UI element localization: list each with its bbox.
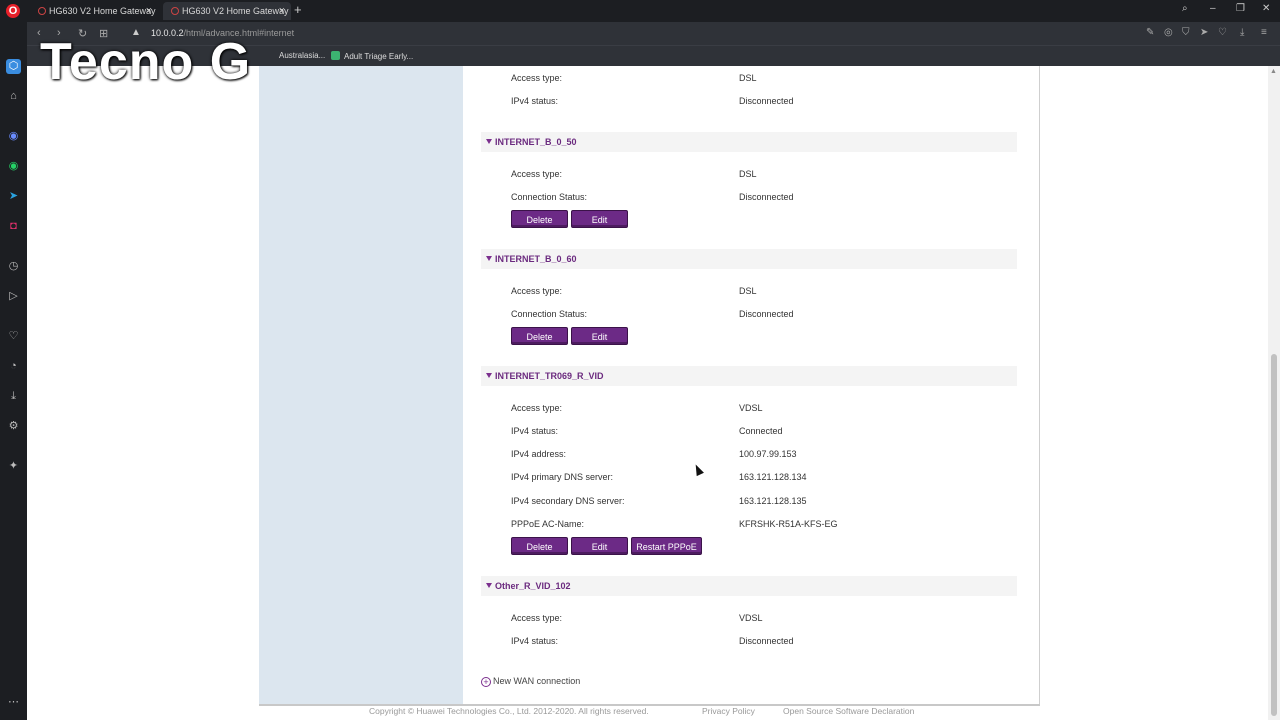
row-value: Disconnected (739, 309, 794, 319)
row-label: IPv4 primary DNS server: (511, 472, 614, 482)
tab-title: HG630 V2 Home Gateway (182, 6, 289, 16)
more-icon[interactable]: ⋯ (6, 695, 21, 710)
collapse-triangle-icon (486, 583, 492, 588)
huawei-favicon-icon (171, 7, 179, 15)
bookmark-item[interactable]: Australasia... (279, 51, 325, 60)
restore-icon[interactable]: ❐ (1236, 3, 1245, 14)
row-value: Connected (739, 426, 783, 436)
bookmarks-heart-icon[interactable]: ♡ (6, 329, 21, 344)
collapse-triangle-icon (486, 373, 492, 378)
row-label: Access type: (511, 613, 563, 623)
search-tabs-icon[interactable]: ⌕ (1182, 3, 1188, 14)
row-value: 163.121.128.134 (739, 472, 807, 482)
channel-watermark: Tecno G (40, 33, 252, 91)
row-label: Access type: (511, 286, 563, 296)
close-window-icon[interactable]: ✕ (1262, 3, 1270, 14)
row-value: DSL (739, 73, 757, 83)
row-label: IPv4 status: (511, 96, 559, 106)
row-value: DSL (739, 286, 757, 296)
download-icon[interactable]: ⤓ (1240, 27, 1244, 38)
close-tab-icon[interactable]: × (146, 2, 152, 20)
edit-button[interactable]: Edit (571, 327, 628, 345)
bookmark-item[interactable]: Adult Triage Early... (331, 51, 413, 61)
open-source-declaration-link[interactable]: Open Source Software Declaration (783, 706, 914, 716)
row-label: IPv4 address: (511, 449, 567, 459)
tab-title: HG630 V2 Home Gateway (49, 6, 156, 16)
row-label: Connection Status: (511, 192, 588, 202)
telegram-icon[interactable]: ➤ (6, 189, 21, 204)
messenger-icon[interactable]: ◉ (6, 129, 21, 144)
whatsapp-icon[interactable]: ◉ (6, 159, 21, 174)
section-header-internet-tr069-r-vid[interactable]: INTERNET_TR069_R_VID (481, 366, 1017, 386)
workspace-icon[interactable]: ⬡ (6, 59, 21, 74)
collapse-triangle-icon (486, 139, 492, 144)
scroll-thumb[interactable] (1271, 354, 1277, 716)
instagram-icon[interactable]: ◘ (6, 219, 21, 234)
row-label: Access type: (511, 73, 563, 83)
new-tab-icon[interactable]: + (294, 2, 302, 18)
row-value: 163.121.128.135 (739, 496, 807, 506)
player-icon[interactable]: ◷ (6, 259, 21, 274)
row-label: PPPoE AC-Name: (511, 519, 585, 529)
privacy-policy-link[interactable]: Privacy Policy (702, 706, 755, 716)
bookmark-icon (331, 51, 340, 60)
section-header-other-r-vid-102[interactable]: Other_R_VID_102 (481, 576, 1017, 596)
plus-circle-icon: + (481, 677, 491, 687)
row-label: Access type: (511, 403, 563, 413)
browser-tab-bar: O HG630 V2 Home Gateway × HG630 V2 Home … (0, 0, 1280, 22)
row-value: Disconnected (739, 192, 794, 202)
flow-icon[interactable]: ▷ (6, 289, 21, 304)
huawei-favicon-icon (38, 7, 46, 15)
section-header-internet-b-0-60[interactable]: INTERNET_B_0_60 (481, 249, 1017, 269)
row-label: Access type: (511, 169, 563, 179)
row-label: IPv4 status: (511, 426, 559, 436)
new-wan-connection-link[interactable]: + New WAN connection (481, 676, 580, 687)
row-value: KFRSHK-R51A-KFS-EG (739, 519, 838, 529)
row-value: 100.97.99.153 (739, 449, 797, 459)
minimize-icon[interactable]: – (1210, 3, 1216, 14)
send-icon[interactable]: ➤ (1200, 27, 1208, 38)
home-icon[interactable]: ⌂ (6, 89, 21, 104)
row-label: IPv4 secondary DNS server: (511, 496, 625, 506)
copyright-text: Copyright © Huawei Technologies Co., Ltd… (369, 706, 649, 716)
browser-tab-2-active[interactable]: HG630 V2 Home Gateway × (163, 2, 291, 20)
restart-pppoe-button[interactable]: Restart PPPoE (631, 537, 702, 555)
shield-icon[interactable]: ⛉ (1182, 27, 1190, 38)
menu-icon[interactable]: ≡ (1261, 27, 1267, 38)
browser-tab-1[interactable]: HG630 V2 Home Gateway × (30, 2, 158, 20)
edit-icon[interactable]: ✎ (1146, 27, 1154, 38)
row-value: DSL (739, 169, 757, 179)
edit-button[interactable]: Edit (571, 210, 628, 228)
row-value: Disconnected (739, 636, 794, 646)
row-label: IPv4 status: (511, 636, 559, 646)
row-value: VDSL (739, 613, 763, 623)
section-header-internet-b-0-50[interactable]: INTERNET_B_0_50 (481, 132, 1017, 152)
internet-connections-panel: Access type: DSL IPv4 status: Disconnect… (463, 66, 1040, 706)
camera-icon[interactable]: ◎ (1164, 27, 1173, 38)
left-nav-panel (259, 66, 463, 706)
settings-gear-icon[interactable]: ⚙ (6, 419, 21, 434)
opera-logo-icon[interactable]: O (6, 4, 20, 18)
row-label: Connection Status: (511, 309, 588, 319)
history-icon[interactable]: ◔ (6, 359, 21, 374)
row-value: Disconnected (739, 96, 794, 106)
router-page: Access type: DSL IPv4 status: Disconnect… (27, 66, 1268, 720)
heart-icon[interactable]: ♡ (1218, 27, 1227, 38)
downloads-icon[interactable]: ⤓ (6, 389, 21, 404)
tips-icon[interactable]: ✦ (6, 459, 21, 474)
delete-button[interactable]: Delete (511, 210, 568, 228)
opera-sidebar: ⬡ ⌂ ◉ ◉ ➤ ◘ ◷ ▷ ♡ ◔ ⤓ ⚙ ✦ ⋯ (0, 22, 27, 720)
row-value: VDSL (739, 403, 763, 413)
scroll-up-arrow-icon[interactable]: ▲ (1270, 68, 1277, 75)
close-tab-icon[interactable]: × (279, 2, 285, 20)
delete-button[interactable]: Delete (511, 537, 568, 555)
edit-button[interactable]: Edit (571, 537, 628, 555)
collapse-triangle-icon (486, 256, 492, 261)
page-scrollbar[interactable]: ▲ (1268, 66, 1280, 720)
delete-button[interactable]: Delete (511, 327, 568, 345)
